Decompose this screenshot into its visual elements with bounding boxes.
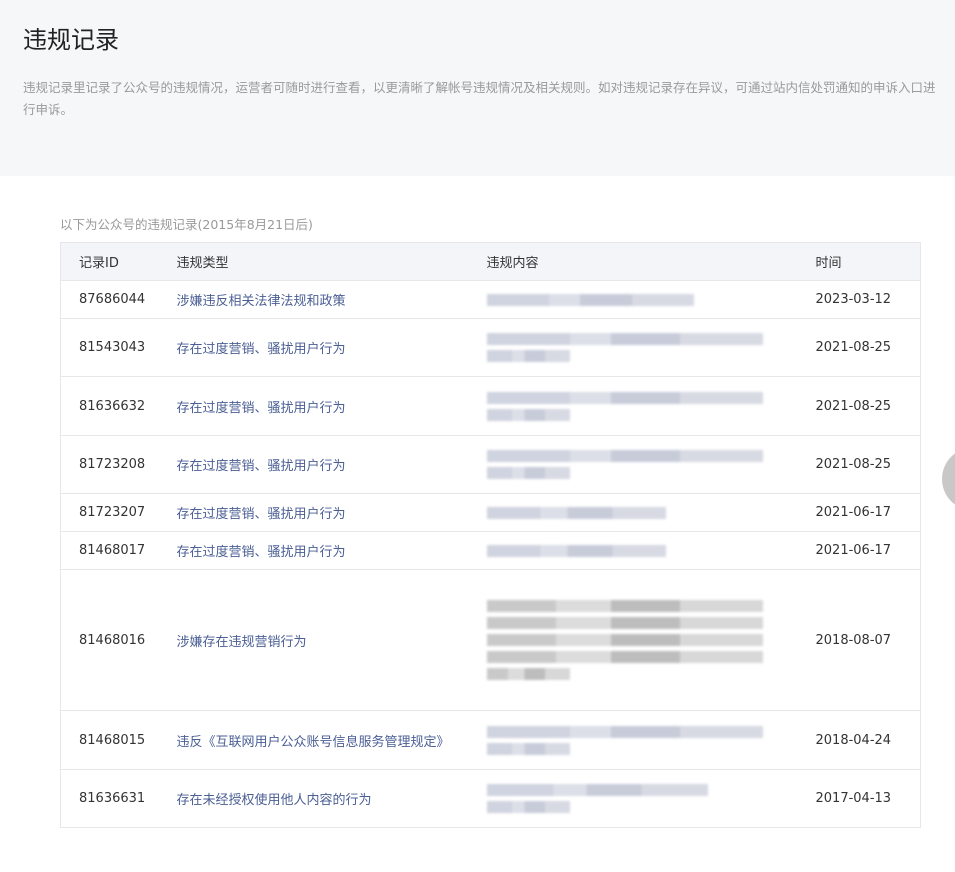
redacted-line bbox=[486, 450, 763, 462]
page-title: 违规记录 bbox=[23, 26, 119, 54]
table-header: 记录ID 违规类型 违规内容 时间 bbox=[60, 242, 921, 281]
violation-type-link[interactable]: 存在过度营销、骚扰用户行为 bbox=[158, 435, 469, 494]
violation-type-link[interactable]: 存在未经授权使用他人内容的行为 bbox=[158, 769, 469, 828]
violation-type-link[interactable]: 存在过度营销、骚扰用户行为 bbox=[158, 493, 469, 532]
record-id: 87686044 bbox=[60, 280, 159, 319]
violation-content-redacted bbox=[468, 531, 798, 570]
table-row: 81468017 存在过度营销、骚扰用户行为 2021-06-17 bbox=[60, 531, 921, 570]
header-area: 违规记录 违规记录里记录了公众号的违规情况，运营者可随时进行查看，以更清晰了解帐… bbox=[0, 0, 955, 176]
redacted-line bbox=[486, 506, 666, 519]
redacted-line bbox=[486, 742, 570, 755]
violation-content-redacted bbox=[468, 435, 798, 494]
redacted-line bbox=[486, 651, 763, 663]
table-row: 81636631 存在未经授权使用他人内容的行为 2017-04-13 bbox=[60, 769, 921, 828]
record-id: 81636631 bbox=[60, 769, 159, 828]
record-id: 81468017 bbox=[60, 531, 159, 570]
records-caption: 以下为公众号的违规记录(2015年8月21日后) bbox=[60, 217, 313, 232]
redacted-line bbox=[486, 600, 763, 612]
redacted-line bbox=[486, 784, 708, 796]
col-type: 违规类型 bbox=[158, 242, 469, 281]
table-row: 81723208 存在过度营销、骚扰用户行为 2021-08-25 bbox=[60, 435, 921, 494]
redacted-line bbox=[486, 408, 570, 421]
redacted-line bbox=[486, 391, 763, 404]
violation-content-redacted bbox=[468, 769, 798, 828]
record-date: 2018-04-24 bbox=[797, 710, 921, 770]
col-date: 时间 bbox=[797, 242, 921, 281]
violation-content-redacted bbox=[468, 710, 798, 770]
record-date: 2023-03-12 bbox=[797, 280, 921, 319]
record-date: 2021-08-25 bbox=[797, 318, 921, 377]
redacted-line bbox=[486, 544, 666, 557]
record-date: 2017-04-13 bbox=[797, 769, 921, 828]
violation-type-link[interactable]: 存在过度营销、骚扰用户行为 bbox=[158, 376, 469, 436]
table-row: 81468015 违反《互联网用户公众账号信息服务管理规定》 2018-04-2… bbox=[60, 710, 921, 770]
table-row: 81636632 存在过度营销、骚扰用户行为 2021-08-25 bbox=[60, 376, 921, 436]
record-date: 2021-06-17 bbox=[797, 531, 921, 570]
redacted-line bbox=[486, 467, 570, 479]
violation-content-redacted bbox=[468, 376, 798, 436]
table-row: 87686044 涉嫌违反相关法律法规和政策 2023-03-12 bbox=[60, 280, 921, 319]
redacted-line bbox=[486, 293, 694, 306]
redacted-line bbox=[486, 350, 570, 362]
record-id: 81636632 bbox=[60, 376, 159, 436]
table-row: 81723207 存在过度营销、骚扰用户行为 2021-06-17 bbox=[60, 493, 921, 532]
violation-type-link[interactable]: 涉嫌存在违规营销行为 bbox=[158, 569, 469, 711]
redacted-line bbox=[486, 634, 763, 646]
redacted-line bbox=[486, 801, 570, 813]
record-date: 2021-08-25 bbox=[797, 376, 921, 436]
record-date: 2021-08-25 bbox=[797, 435, 921, 494]
violation-content-redacted bbox=[468, 318, 798, 377]
violation-type-link[interactable]: 违反《互联网用户公众账号信息服务管理规定》 bbox=[158, 710, 469, 770]
records-table: 记录ID 违规类型 违规内容 时间 87686044 涉嫌违反相关法律法规和政策… bbox=[60, 242, 921, 828]
col-id: 记录ID bbox=[60, 242, 159, 281]
redacted-line bbox=[486, 333, 763, 345]
page-description: 违规记录里记录了公众号的违规情况，运营者可随时进行查看，以更清晰了解帐号违规情况… bbox=[23, 80, 936, 117]
record-id: 81723207 bbox=[60, 493, 159, 532]
violation-type-link[interactable]: 涉嫌违反相关法律法规和政策 bbox=[158, 280, 469, 319]
violation-type-link[interactable]: 存在过度营销、骚扰用户行为 bbox=[158, 318, 469, 377]
record-date: 2021-06-17 bbox=[797, 493, 921, 532]
record-id: 81723208 bbox=[60, 435, 159, 494]
record-id: 81543043 bbox=[60, 318, 159, 377]
table-row: 81543043 存在过度营销、骚扰用户行为 2021-08-25 bbox=[60, 318, 921, 377]
record-date: 2018-08-07 bbox=[797, 569, 921, 711]
col-content: 违规内容 bbox=[468, 242, 798, 281]
redacted-line bbox=[486, 668, 570, 680]
violation-content-redacted bbox=[468, 569, 798, 711]
violation-type-link[interactable]: 存在过度营销、骚扰用户行为 bbox=[158, 531, 469, 570]
record-id: 81468016 bbox=[60, 569, 159, 711]
redacted-line bbox=[486, 725, 763, 738]
record-id: 81468015 bbox=[60, 710, 159, 770]
violation-content-redacted bbox=[468, 280, 798, 319]
violation-content-redacted bbox=[468, 493, 798, 532]
redacted-line bbox=[486, 617, 763, 629]
table-row: 81468016 涉嫌存在违规营销行为 2018-08-07 bbox=[60, 569, 921, 711]
